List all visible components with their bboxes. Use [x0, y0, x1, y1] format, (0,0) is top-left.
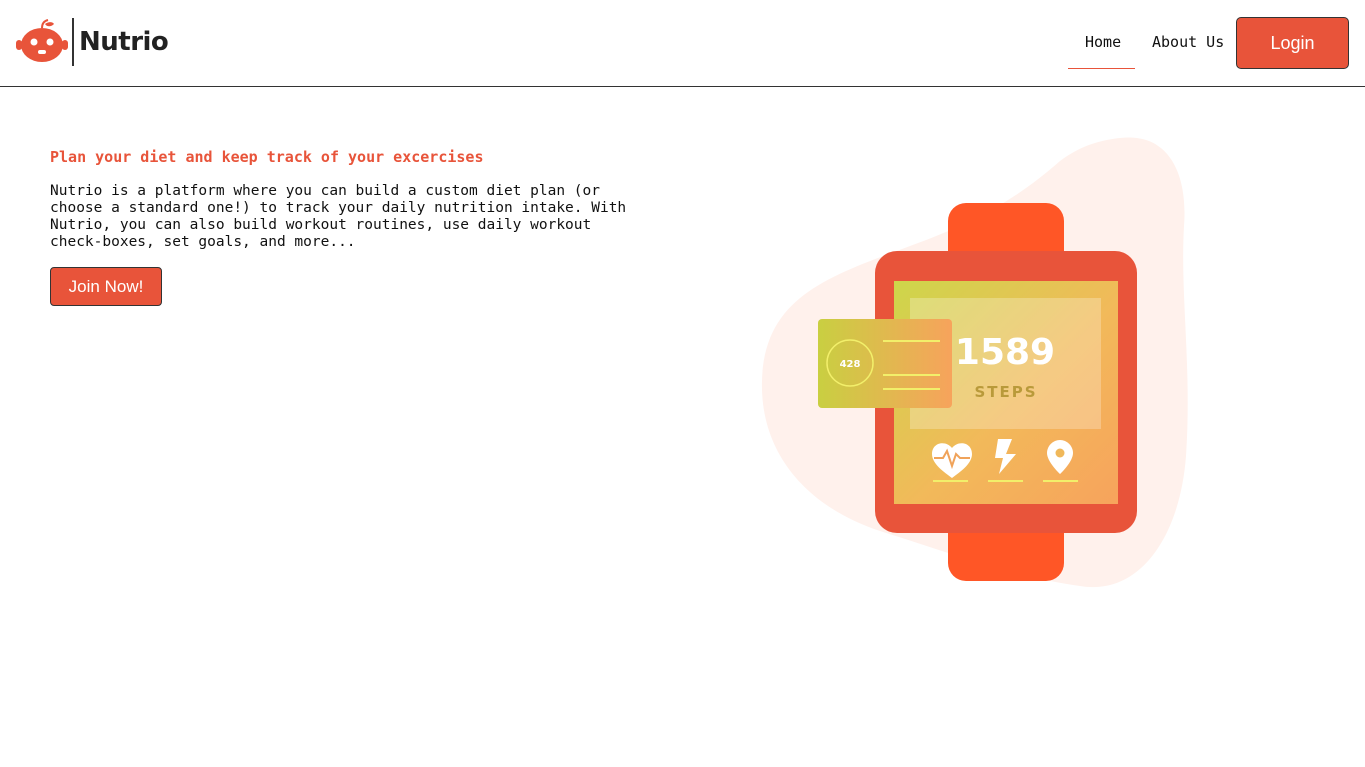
login-button[interactable]: Login: [1236, 17, 1349, 69]
brand-logo[interactable]: Nutrio: [16, 17, 169, 67]
stats-card-value: 428: [840, 359, 861, 370]
stats-card: [818, 319, 952, 408]
apple-robot-icon: [16, 19, 68, 62]
steps-label: STEPS: [974, 383, 1037, 401]
smartwatch-illustration: 1589 STEPS 428: [761, 137, 1188, 588]
join-now-button[interactable]: Join Now!: [50, 267, 162, 306]
navbar: Nutrio Home About Us Login: [0, 0, 1365, 87]
steps-value: 1589: [955, 332, 1055, 373]
nav-active-underline: [1068, 68, 1135, 69]
brand-name: Nutrio: [79, 27, 169, 57]
logo-divider: [72, 18, 74, 66]
hero-description: Nutrio is a platform where you can build…: [50, 183, 627, 250]
hero-title: Plan your diet and keep track of your ex…: [50, 148, 484, 166]
nav-home-link[interactable]: Home: [1085, 33, 1121, 51]
nav-about-link[interactable]: About Us: [1152, 33, 1224, 51]
